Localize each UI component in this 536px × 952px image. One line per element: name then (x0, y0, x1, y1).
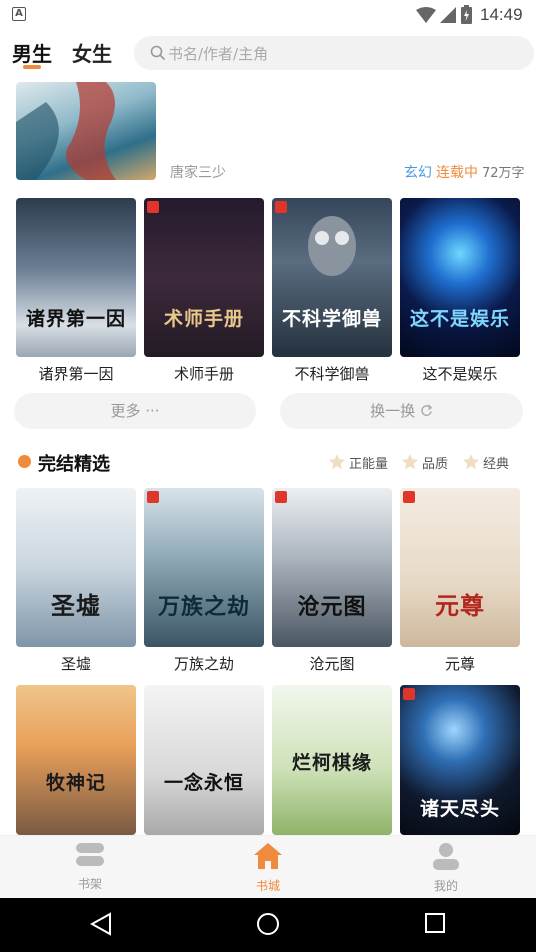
book-title: 沧元图 (309, 655, 355, 673)
tab-active-indicator (23, 65, 41, 69)
book-cover: 牧神记 (16, 685, 136, 835)
recents-icon[interactable] (425, 913, 445, 933)
cover-title: 诸界第一因 (25, 308, 126, 330)
book-cover: 元尊 (400, 488, 520, 647)
book-title: 元尊 (444, 655, 475, 673)
book-card[interactable]: 牧神记 (16, 685, 136, 835)
section-dot-icon (18, 455, 31, 468)
book-title: 这不是娱乐 (422, 365, 498, 383)
book-card[interactable]: 烂柯棋缘 (272, 685, 392, 835)
nav-label: 书城 (255, 879, 280, 893)
book-title: 万族之劫 (173, 655, 234, 673)
cover-title: 诸天尽头 (419, 798, 500, 820)
book-cover: 术师手册 (144, 198, 264, 357)
book-cover: 诸天尽头 (400, 685, 520, 835)
book-title: 圣墟 (60, 655, 91, 673)
search-input[interactable]: 书名/作者/主角 (134, 36, 534, 70)
book-cover: 万族之劫 (144, 488, 264, 647)
bookshelf-icon (76, 843, 104, 866)
refresh-icon (421, 404, 433, 416)
cover-title: 这不是娱乐 (409, 308, 510, 330)
book-cover: 一念永恒 (144, 685, 264, 835)
star-icon (329, 454, 345, 470)
publisher-badge (403, 688, 415, 700)
tab-female[interactable]: 女生 (72, 38, 112, 67)
nav-label: 书架 (77, 877, 102, 891)
cover-title: 一念永恒 (163, 772, 244, 794)
featured-status: 连载中 (436, 165, 478, 181)
filter-positive[interactable]: 正能量 (328, 453, 388, 472)
status-bar: A 14:49 (0, 0, 536, 30)
section-title: 完结精选 (38, 454, 110, 475)
book-card[interactable]: 诸界第一因 诸界第一因 (16, 198, 136, 384)
featured-word-count: 72万字 (482, 166, 525, 181)
book-card[interactable]: 术师手册 术师手册 (144, 198, 264, 384)
cover-title: 万族之劫 (157, 594, 250, 620)
home-icon (254, 843, 282, 869)
signal-icon (440, 7, 456, 23)
book-card[interactable]: 万族之劫 万族之劫 (144, 488, 264, 674)
search-icon (150, 45, 166, 61)
back-icon[interactable] (90, 912, 112, 936)
book-cover: 烂柯棋缘 (272, 685, 392, 835)
book-card[interactable]: 一念永恒 (144, 685, 264, 835)
wifi-icon (416, 7, 436, 23)
cover-title: 烂柯棋缘 (291, 752, 372, 774)
search-placeholder: 书名/作者/主角 (168, 45, 269, 63)
star-icon (463, 454, 479, 470)
filter-classic[interactable]: 经典 (462, 453, 509, 472)
cover-title: 术师手册 (163, 308, 244, 330)
book-card[interactable]: 诸天尽头 (400, 685, 520, 835)
more-label: 更多 ··· (110, 402, 160, 420)
publisher-badge (147, 201, 159, 213)
publisher-badge (147, 491, 159, 503)
system-navigation-bar (0, 898, 536, 952)
filter-label: 经典 (483, 457, 510, 472)
book-cover: 诸界第一因 (16, 198, 136, 357)
cover-title: 元尊 (435, 591, 485, 620)
cover-title: 圣墟 (51, 591, 101, 620)
featured-author: 唐家三少 (170, 165, 226, 181)
book-title: 术师手册 (173, 365, 234, 383)
filter-quality[interactable]: 品质 (401, 453, 448, 472)
filter-label: 品质 (422, 457, 449, 472)
featured-book-cover[interactable] (16, 82, 156, 180)
refresh-label: 换一换 (370, 402, 416, 420)
cover-title: 沧元图 (297, 594, 367, 620)
home-button-icon[interactable] (256, 912, 280, 936)
book-cover: 沧元图 (272, 488, 392, 647)
book-card[interactable]: 这不是娱乐 这不是娱乐 (400, 198, 520, 384)
book-card[interactable]: 圣墟 圣墟 (16, 488, 136, 674)
cover-title: 牧神记 (45, 772, 106, 794)
battery-icon (461, 5, 472, 24)
publisher-badge (403, 491, 415, 503)
profile-icon (433, 843, 459, 870)
nav-bookshelf[interactable]: 书架 (50, 842, 130, 892)
refresh-button[interactable]: 换一换 (280, 393, 523, 429)
nav-label: 我的 (433, 879, 458, 893)
book-card[interactable]: 元尊 元尊 (400, 488, 520, 674)
cover-title: 不科学御兽 (281, 308, 382, 330)
book-card[interactable]: 沧元图 沧元图 (272, 488, 392, 674)
notification-a-icon: A (12, 7, 26, 21)
featured-genre: 玄幻 (404, 165, 432, 181)
book-title: 不科学御兽 (294, 365, 370, 383)
book-title: 诸界第一因 (38, 365, 114, 383)
clock: 14:49 (480, 5, 523, 24)
publisher-badge (275, 201, 287, 213)
star-icon (402, 454, 418, 470)
nav-bookstore[interactable]: 书城 (228, 842, 308, 894)
book-card[interactable]: 不科学御兽 不科学御兽 (272, 198, 392, 384)
book-cover: 不科学御兽 (272, 198, 392, 357)
tab-male[interactable]: 男生 (12, 38, 52, 67)
book-cover: 这不是娱乐 (400, 198, 520, 357)
more-button[interactable]: 更多 ··· (14, 393, 256, 429)
publisher-badge (275, 491, 287, 503)
filter-label: 正能量 (349, 457, 389, 472)
book-cover: 圣墟 (16, 488, 136, 647)
bottom-navigation: 书架 书城 我的 (0, 835, 536, 898)
header: 男生 女生 书名/作者/主角 (0, 30, 536, 80)
nav-profile[interactable]: 我的 (406, 842, 486, 894)
